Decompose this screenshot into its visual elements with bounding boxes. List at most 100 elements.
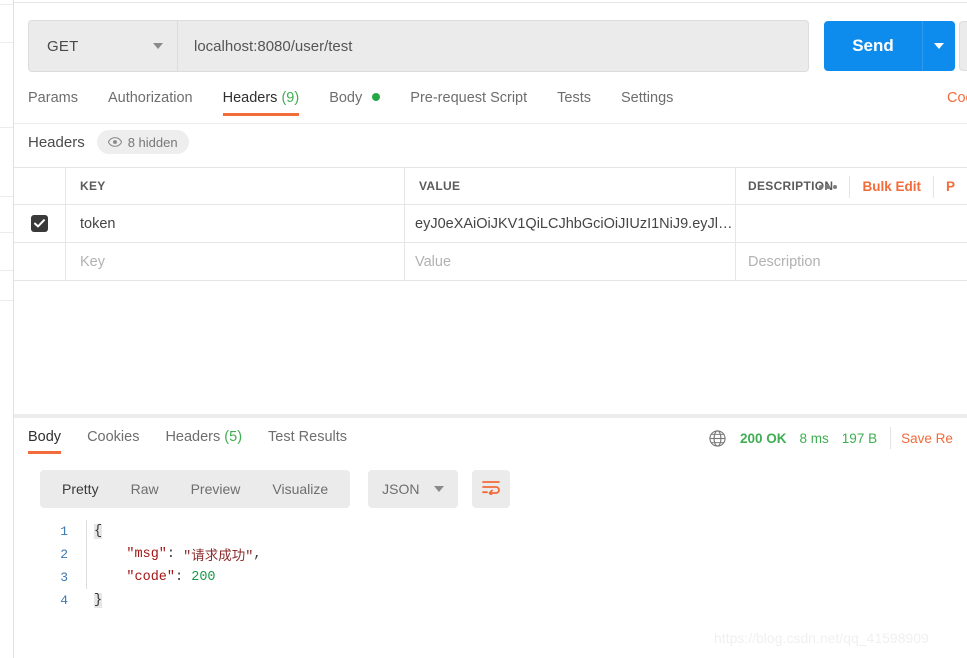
- tab-label: Authorization: [107, 90, 193, 106]
- code-line: 3 "code" : 200: [28, 566, 967, 589]
- tabs-divider: [14, 123, 967, 124]
- line-number: 1: [60, 524, 68, 539]
- table-row: token eyJ0eXAiOiJKV1QiLCJhbGciOiJIUzI1Ni…: [14, 205, 967, 243]
- response-size: 197 B: [841, 430, 878, 446]
- body-present-dot-icon: [372, 93, 381, 101]
- send-options-dropdown[interactable]: [922, 21, 955, 71]
- sidebar-strip: [0, 0, 14, 658]
- response-status-bar: 200 OK 8 ms 197 B Save Re: [709, 427, 953, 449]
- headers-subbar: Headers 8 hidden: [28, 130, 189, 154]
- request-tabs: Params Authorization Headers (9) Body Pr…: [28, 86, 703, 124]
- tab-label: Tests: [557, 90, 591, 106]
- tab-authorization[interactable]: Authorization: [108, 86, 193, 116]
- header-key-value[interactable]: token: [80, 216, 115, 232]
- response-body-viewer[interactable]: 1 { 2 "msg" : "请求成功" , 3 "code" : 200 4 …: [28, 520, 967, 612]
- headers-section-title: Headers: [28, 133, 85, 151]
- column-header-key: KEY: [80, 179, 106, 193]
- line-number: 2: [60, 547, 68, 562]
- active-tab-underline: [28, 451, 62, 454]
- tab-params[interactable]: Params: [28, 86, 78, 116]
- tab-label: Headers: [222, 90, 278, 106]
- response-tab-test-results[interactable]: Test Results: [268, 425, 347, 454]
- top-divider: [14, 2, 967, 3]
- tab-body[interactable]: Body: [329, 86, 381, 116]
- headers-table: KEY VALUE DESCRIPTION Bulk Edit P token: [14, 167, 967, 281]
- tab-label: Headers: [165, 429, 221, 445]
- tab-label: Test Results: [268, 429, 348, 445]
- response-pane-resizer[interactable]: [14, 414, 967, 418]
- hidden-headers-toggle[interactable]: 8 hidden: [96, 130, 189, 154]
- code-punctuation: :: [166, 547, 184, 562]
- tab-label: Cookies: [87, 429, 140, 445]
- chevron-down-icon: [934, 43, 944, 49]
- wrap-lines-icon: [481, 479, 501, 500]
- header-cell-checkbox: [14, 168, 66, 204]
- divider: [890, 427, 892, 449]
- more-options-icon[interactable]: [807, 184, 849, 189]
- fold-gutter: [80, 566, 94, 589]
- presets-button[interactable]: P: [934, 179, 967, 194]
- response-tab-body[interactable]: Body: [28, 425, 62, 454]
- chevron-down-icon: [433, 486, 444, 492]
- view-mode-pretty[interactable]: Pretty: [46, 470, 115, 508]
- code-line: 4 }: [28, 589, 967, 612]
- postman-window: GET localhost:8080/user/test Send S Para…: [14, 0, 967, 658]
- response-time: 8 ms: [799, 430, 829, 446]
- code-text: {: [94, 524, 103, 539]
- code-text: }: [94, 593, 103, 608]
- cookies-link[interactable]: Coo: [947, 90, 967, 106]
- bulk-edit-button[interactable]: Bulk Edit: [850, 179, 933, 194]
- code-line: 1 {: [28, 520, 967, 543]
- globe-icon[interactable]: [709, 429, 726, 447]
- url-input[interactable]: localhost:8080/user/test: [178, 20, 809, 72]
- code-punctuation: ,: [253, 547, 262, 562]
- view-mode-preview[interactable]: Preview: [175, 470, 257, 508]
- code-json-number: 200: [191, 570, 216, 585]
- send-button-group: Send: [824, 21, 955, 71]
- headers-table-actions: Bulk Edit P: [807, 168, 967, 205]
- hidden-headers-label: 8 hidden: [127, 134, 178, 150]
- save-response-button[interactable]: Save Re: [901, 431, 953, 446]
- request-url-bar: GET localhost:8080/user/test: [28, 20, 809, 72]
- tab-tests[interactable]: Tests: [557, 86, 591, 116]
- tab-settings[interactable]: Settings: [621, 86, 673, 116]
- view-mode-segmented-control: Pretty Raw Preview Visualize: [40, 470, 351, 508]
- view-mode-raw[interactable]: Raw: [115, 470, 175, 508]
- format-dropdown[interactable]: JSON: [368, 470, 458, 508]
- new-value-input[interactable]: Value: [415, 254, 451, 270]
- tab-label: Params: [28, 90, 78, 106]
- response-tabs: Body Cookies Headers (5) Test Results: [28, 425, 373, 454]
- tab-label: Settings: [620, 90, 674, 106]
- view-mode-visualize[interactable]: Visualize: [256, 470, 344, 508]
- tab-count: (5): [224, 429, 243, 445]
- fold-gutter: [80, 543, 94, 566]
- tab-pre-request-script[interactable]: Pre-request Script: [410, 86, 527, 116]
- response-tab-headers[interactable]: Headers (5): [165, 425, 242, 454]
- http-method-label: GET: [47, 37, 79, 55]
- header-value-value[interactable]: eyJ0eXAiOiJKV1QiLCJhbGciOiJIUzI1NiJ9.eyJ…: [415, 216, 733, 232]
- send-button[interactable]: Send: [824, 21, 922, 71]
- tab-headers[interactable]: Headers (9): [222, 86, 300, 116]
- code-line: 2 "msg" : "请求成功" ,: [28, 543, 967, 566]
- new-description-input[interactable]: Description: [748, 254, 821, 270]
- table-header-row: KEY VALUE DESCRIPTION Bulk Edit P: [14, 168, 967, 205]
- tab-count: (9): [281, 90, 300, 106]
- active-tab-underline: [222, 113, 300, 116]
- save-request-button[interactable]: S: [959, 21, 967, 71]
- row-checkbox[interactable]: [31, 215, 48, 232]
- wrap-lines-button[interactable]: [471, 470, 510, 508]
- chevron-down-icon: [153, 43, 163, 49]
- http-method-dropdown[interactable]: GET: [28, 20, 178, 72]
- status-code: 200 OK: [740, 430, 787, 446]
- new-key-input[interactable]: Key: [80, 254, 105, 270]
- code-punctuation: :: [175, 570, 192, 585]
- column-header-value: VALUE: [419, 179, 461, 193]
- code-json-key: "msg": [126, 547, 167, 562]
- format-label: JSON: [382, 481, 420, 497]
- tab-label: Body: [329, 90, 363, 106]
- table-row: Key Value Description: [14, 243, 967, 281]
- response-tab-cookies[interactable]: Cookies: [87, 425, 139, 454]
- code-json-string: "请求成功": [183, 550, 254, 565]
